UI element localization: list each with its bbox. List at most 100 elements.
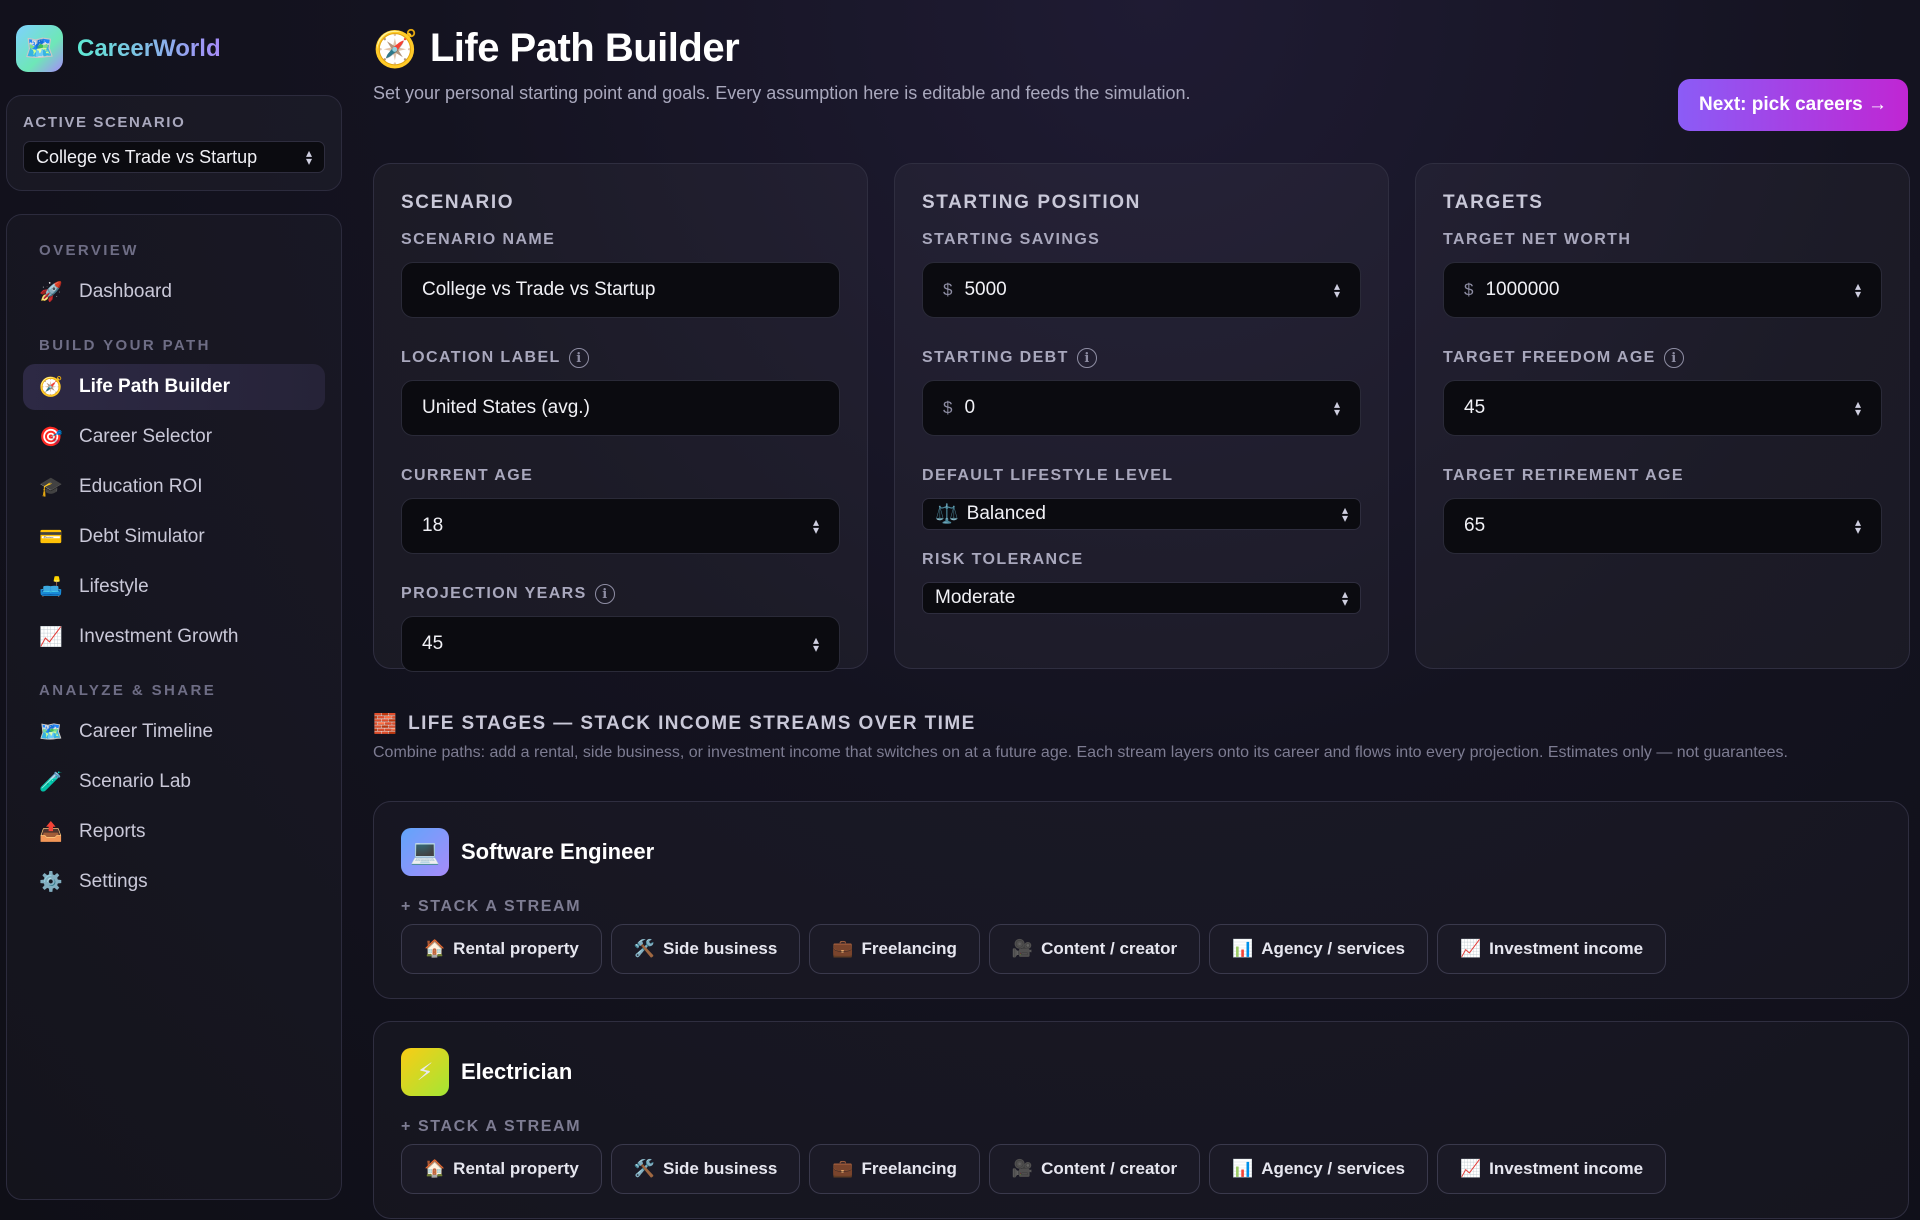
stepper-icon[interactable]: ▴ ▾: [1855, 398, 1861, 418]
sidebar-nav: OVERVIEW 🚀 Dashboard BUILD YOUR PATH 🧭 L…: [6, 214, 342, 1200]
field-label-text: DEFAULT LIFESTYLE LEVEL: [922, 467, 1174, 484]
active-scenario-select[interactable]: College vs Trade vs Startup ▴ ▾: [23, 141, 325, 173]
sidebar-item-label: Lifestyle: [79, 576, 149, 597]
input-value: 65: [1464, 515, 1486, 536]
chip-label: Agency / services: [1261, 1159, 1405, 1178]
sidebar-item-debt-simulator[interactable]: 💳 Debt Simulator: [23, 514, 325, 560]
stream-chip-investment-income[interactable]: 📈 Investment income: [1436, 1144, 1667, 1194]
sidebar-item-reports[interactable]: 📤 Reports: [23, 809, 325, 855]
lightning-icon: ⚡: [401, 1048, 449, 1096]
credit-card-icon: 💳: [39, 527, 63, 548]
brand-name: CareerWorld: [77, 34, 221, 62]
tools-icon: 🛠️: [633, 1159, 655, 1178]
chart-up-icon: 📈: [1459, 1159, 1482, 1178]
info-icon[interactable]: i: [594, 584, 615, 604]
life-stages-title: 🧱 LIFE STAGES — STACK INCOME STREAMS OVE…: [373, 712, 976, 736]
stream-chip-freelancing[interactable]: 💼 Freelancing: [809, 1144, 980, 1194]
stepper-icon[interactable]: ▴ ▾: [1855, 280, 1861, 300]
stream-chip-investment-income[interactable]: 📈 Investment income: [1436, 924, 1667, 974]
nav-section-overview: OVERVIEW: [39, 241, 139, 259]
target-net-worth-input[interactable]: $ 1000000 ▴ ▾: [1443, 262, 1882, 318]
stepper-icon[interactable]: ▴ ▾: [1855, 516, 1861, 536]
current-age-input[interactable]: 18 ▴ ▾: [401, 498, 840, 554]
current-age-field: CURRENT AGE 18 ▴ ▾: [401, 466, 840, 554]
nav-section-analyze: ANALYZE & SHARE: [39, 681, 217, 699]
stream-chip-side-business[interactable]: 🛠️ Side business: [610, 1144, 801, 1194]
brand[interactable]: 🗺️ CareerWorld: [16, 25, 221, 72]
projection-years-input[interactable]: 45 ▴ ▾: [401, 616, 840, 672]
starting-position-card: STARTING POSITION STARTING SAVINGS $ 500…: [894, 163, 1389, 669]
page-title-text: Life Path Builder: [429, 26, 740, 70]
risk-tolerance-select[interactable]: Moderate ▴ ▾: [922, 582, 1361, 614]
stepper-icon[interactable]: ▴ ▾: [813, 516, 819, 536]
bar-chart-icon: 📊: [1232, 1159, 1254, 1178]
stack-stream-label: + STACK A STREAM: [401, 1118, 582, 1135]
currency-symbol: $: [1464, 280, 1474, 299]
couch-icon: 🛋️: [39, 577, 63, 598]
stream-chip-freelancing[interactable]: 💼 Freelancing: [809, 924, 980, 974]
chip-label: Freelancing: [861, 1159, 957, 1178]
nav-section-build: BUILD YOUR PATH: [39, 336, 211, 354]
chip-label: Agency / services: [1261, 939, 1405, 958]
card-title: SCENARIO: [401, 192, 515, 213]
sidebar-item-lifestyle[interactable]: 🛋️ Lifestyle: [23, 564, 325, 610]
stream-chip-content-creator[interactable]: 🎥 Content / creator: [988, 924, 1201, 974]
page-title: 🧭 Life Path Builder: [373, 26, 740, 71]
starting-debt-input[interactable]: $ 0 ▴ ▾: [922, 380, 1361, 436]
sidebar-item-scenario-lab[interactable]: 🧪 Scenario Lab: [23, 759, 325, 805]
sidebar-item-dashboard[interactable]: 🚀 Dashboard: [23, 269, 325, 315]
scenario-name-input[interactable]: College vs Trade vs Startup: [401, 262, 840, 318]
starting-debt-field: STARTING DEBT i $ 0 ▴ ▾: [922, 348, 1361, 436]
chip-label: Rental property: [453, 1159, 579, 1178]
scenario-card: SCENARIO SCENARIO NAME College vs Trade …: [373, 163, 868, 672]
card-title: TARGETS: [1443, 192, 1544, 213]
page-subtitle: Set your personal starting point and goa…: [373, 83, 1191, 103]
stepper-icon[interactable]: ▴ ▾: [1334, 398, 1340, 418]
stream-chip-agency-services[interactable]: 📊 Agency / services: [1209, 1144, 1428, 1194]
sidebar-item-label: Debt Simulator: [79, 526, 205, 547]
target-icon: 🎯: [39, 427, 63, 448]
next-pick-careers-button[interactable]: Next: pick careers →: [1678, 79, 1908, 131]
field-label: LOCATION LABEL i: [401, 348, 840, 368]
field-label: SCENARIO NAME: [401, 230, 840, 250]
location-label-input[interactable]: United States (avg.): [401, 380, 840, 436]
bricks-icon: 🧱: [373, 714, 399, 735]
starting-savings-input[interactable]: $ 5000 ▴ ▾: [922, 262, 1361, 318]
lifestyle-level-field: DEFAULT LIFESTYLE LEVEL ⚖️ Balanced ▴ ▾: [922, 466, 1361, 530]
compass-icon: 🧭: [39, 377, 63, 398]
graduation-cap-icon: 🎓: [39, 477, 63, 498]
info-icon[interactable]: i: [568, 348, 589, 368]
sidebar-item-career-timeline[interactable]: 🗺️ Career Timeline: [23, 709, 325, 755]
stream-chip-side-business[interactable]: 🛠️ Side business: [610, 924, 801, 974]
sidebar-item-investment-growth[interactable]: 📈 Investment Growth: [23, 614, 325, 660]
stream-chip-rental-property[interactable]: 🏠 Rental property: [401, 924, 602, 974]
sidebar-item-education-roi[interactable]: 🎓 Education ROI: [23, 464, 325, 510]
location-label-field: LOCATION LABEL i United States (avg.): [401, 348, 840, 436]
field-label: TARGET FREEDOM AGE i: [1443, 348, 1882, 368]
chevron-updown-icon: ▴ ▾: [1341, 503, 1348, 525]
chevron-updown-icon: ▴ ▾: [1341, 587, 1348, 609]
lifestyle-level-select[interactable]: ⚖️ Balanced ▴ ▾: [922, 498, 1361, 530]
info-icon[interactable]: i: [1076, 348, 1097, 368]
chip-label: Content / creator: [1041, 939, 1178, 958]
sidebar-item-career-selector[interactable]: 🎯 Career Selector: [23, 414, 325, 460]
field-label: PROJECTION YEARS i: [401, 584, 840, 604]
stream-chip-rental-property[interactable]: 🏠 Rental property: [401, 1144, 602, 1194]
field-label-text: STARTING DEBT: [922, 349, 1069, 366]
test-tube-icon: 🧪: [39, 772, 63, 793]
stream-chip-agency-services[interactable]: 📊 Agency / services: [1209, 924, 1428, 974]
chart-up-icon: 📈: [1459, 939, 1482, 958]
target-freedom-age-input[interactable]: 45 ▴ ▾: [1443, 380, 1882, 436]
stepper-icon[interactable]: ▴ ▾: [813, 634, 819, 654]
sidebar-item-settings[interactable]: ⚙️ Settings: [23, 859, 325, 905]
life-stages-subtitle: Combine paths: add a rental, side busine…: [373, 744, 1788, 761]
chip-label: Side business: [662, 939, 778, 958]
target-retirement-age-input[interactable]: 65 ▴ ▾: [1443, 498, 1882, 554]
info-icon[interactable]: i: [1663, 348, 1684, 368]
stepper-icon[interactable]: ▴ ▾: [1334, 280, 1340, 300]
stream-chip-content-creator[interactable]: 🎥 Content / creator: [988, 1144, 1201, 1194]
sidebar-item-life-path-builder[interactable]: 🧭 Life Path Builder: [23, 364, 325, 410]
chip-label: Content / creator: [1041, 1159, 1178, 1178]
chip-label: Freelancing: [861, 939, 957, 958]
career-header: 💻 Software Engineer: [401, 828, 1881, 876]
